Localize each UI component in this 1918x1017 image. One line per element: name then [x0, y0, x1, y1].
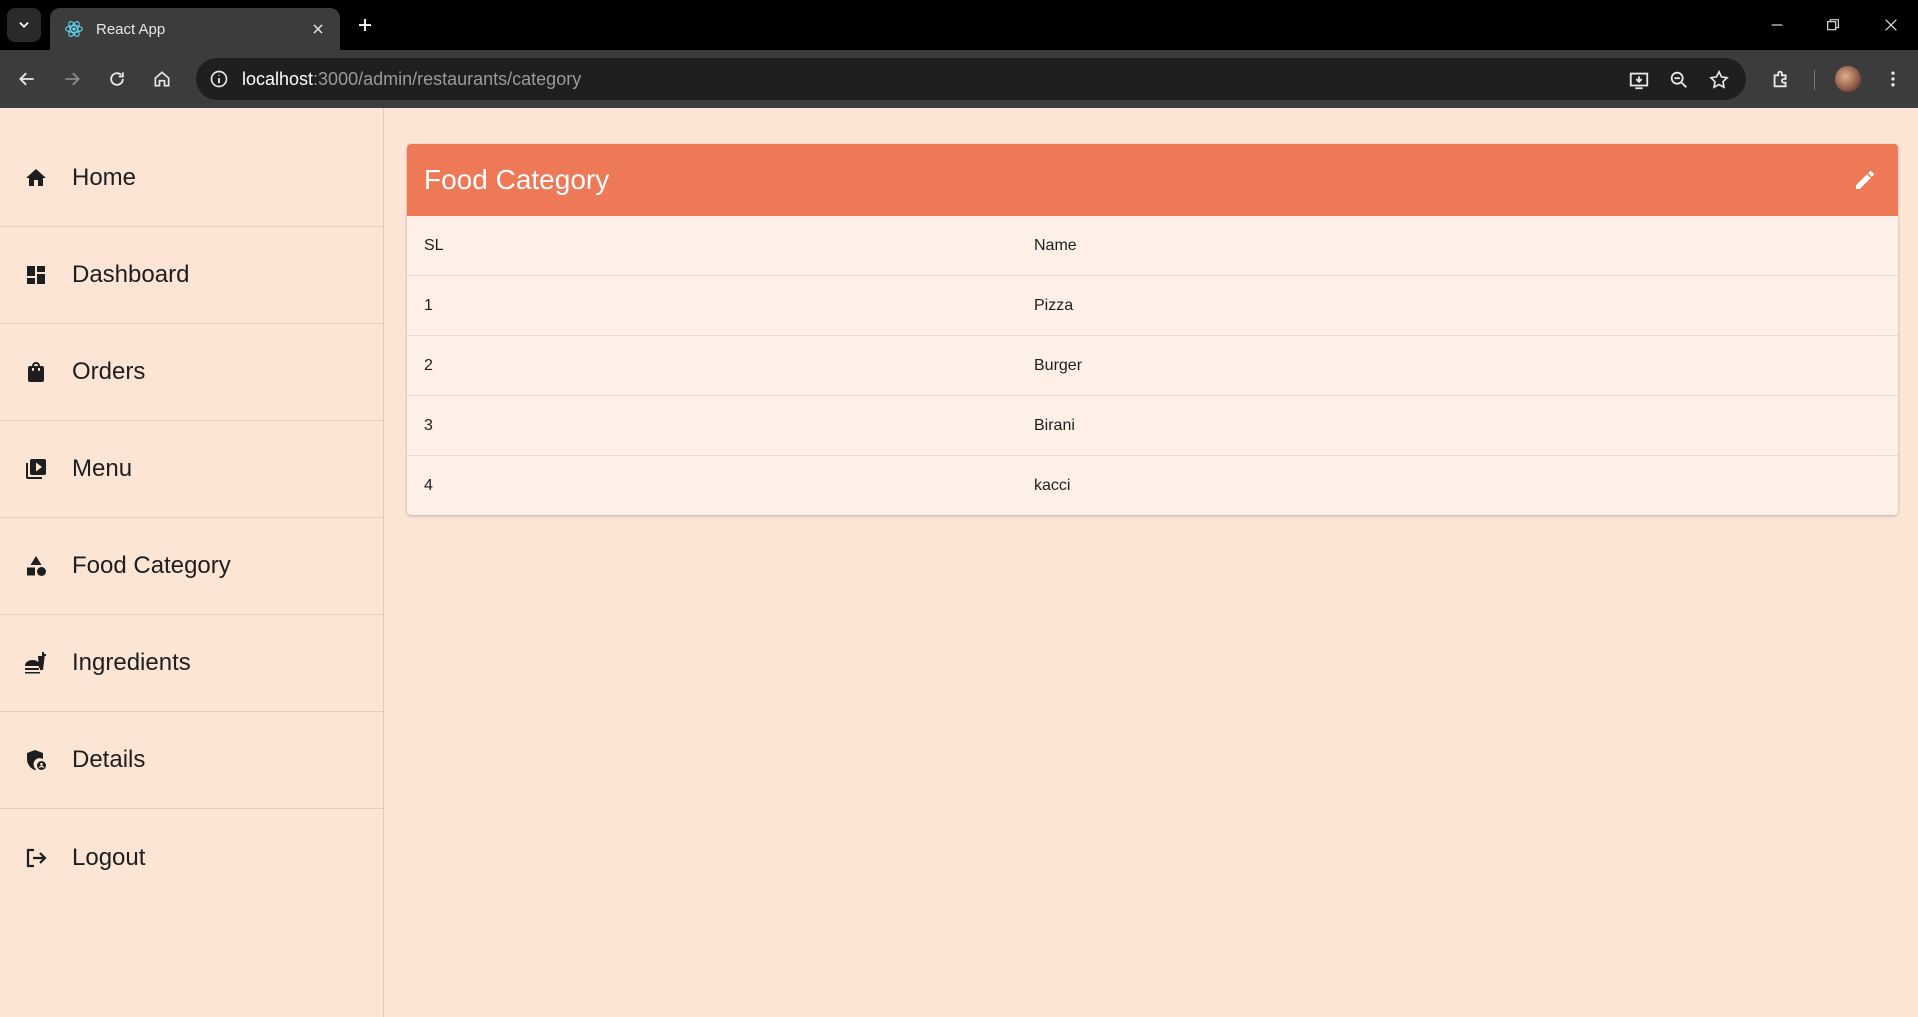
- install-icon: [1629, 72, 1649, 90]
- tab-close-button[interactable]: [306, 17, 330, 41]
- minimize-button[interactable]: [1762, 10, 1792, 40]
- home-outline-icon: [154, 71, 170, 87]
- profile-button[interactable]: [1832, 63, 1864, 95]
- dashboard-icon: [23, 262, 49, 288]
- cell-name: Birani: [1017, 395, 1898, 456]
- zoom-button[interactable]: [1666, 67, 1692, 93]
- browser-menu-button[interactable]: [1877, 63, 1909, 95]
- bookmark-button[interactable]: [1706, 67, 1732, 93]
- close-icon: [1885, 19, 1897, 31]
- table-row: 4 kacci: [407, 456, 1898, 516]
- sidebar-item-label: Orders: [72, 358, 146, 385]
- window-close-button[interactable]: [1876, 10, 1906, 40]
- forward-button[interactable]: [57, 64, 87, 94]
- site-info-icon[interactable]: [208, 68, 230, 90]
- sidebar-item-label: Logout: [72, 843, 146, 871]
- sidebar-item-food-category[interactable]: Food Category: [0, 518, 383, 615]
- back-button[interactable]: [12, 64, 42, 94]
- star-icon: [1709, 69, 1729, 89]
- edit-button[interactable]: [1850, 165, 1880, 195]
- tab-title: React App: [96, 20, 166, 38]
- avatar: [1835, 66, 1861, 92]
- cell-sl: 1: [407, 275, 1017, 336]
- sidebar-item-label: Details: [72, 746, 146, 773]
- category-table: SL Name 1 Pizza 2 Burger 3 Birani 4 kacc…: [407, 216, 1898, 515]
- url-text: localhost:3000/admin/restaurants/categor…: [242, 69, 581, 90]
- browser-toolbar: localhost:3000/admin/restaurants/categor…: [0, 50, 1918, 108]
- restore-button[interactable]: [1818, 10, 1848, 40]
- sidebar-item-label: Food Category: [72, 552, 231, 579]
- sidebar-item-label: Menu: [72, 455, 133, 482]
- toolbar-divider: [1814, 70, 1815, 90]
- app-root: Home Dashboard Orders Menu Food Category: [0, 108, 1918, 1017]
- minimize-icon: [1771, 24, 1783, 26]
- admin-shield-icon: [23, 747, 49, 773]
- logout-icon: [23, 845, 49, 871]
- menu-icon: [23, 456, 49, 482]
- sidebar-item-label: Ingredients: [72, 649, 191, 676]
- column-header-sl: SL: [407, 216, 1017, 276]
- puzzle-icon: [1773, 70, 1787, 88]
- fastfood-icon: [23, 650, 49, 676]
- sidebar-item-home[interactable]: Home: [0, 130, 383, 227]
- plus-icon: [359, 19, 371, 31]
- react-logo-icon: [64, 19, 84, 39]
- url-host: localhost: [242, 69, 314, 89]
- close-icon: [313, 24, 323, 34]
- sidebar-item-menu[interactable]: Menu: [0, 421, 383, 518]
- cell-name: Burger: [1017, 335, 1898, 396]
- sidebar-item-logout[interactable]: Logout: [0, 809, 383, 906]
- url-path: :3000/admin/restaurants/category: [313, 69, 582, 89]
- main-content: Food Category SL Name 1 Pizza 2 Burger 3…: [384, 108, 1918, 1017]
- sidebar-item-ingredients[interactable]: Ingredients: [0, 615, 383, 712]
- table-row: 3 Birani: [407, 395, 1898, 456]
- reload-icon: [110, 72, 124, 86]
- extensions-button[interactable]: [1765, 63, 1797, 95]
- install-app-button[interactable]: [1626, 67, 1652, 93]
- address-bar[interactable]: localhost:3000/admin/restaurants/categor…: [196, 58, 1746, 100]
- cell-name: kacci: [1034, 476, 1071, 494]
- sidebar-item-label: Home: [72, 164, 137, 191]
- cell-sl: 3: [407, 395, 1017, 456]
- card-header: Food Category: [407, 144, 1898, 216]
- browser-tab[interactable]: React App: [50, 8, 340, 50]
- sidebar: Home Dashboard Orders Menu Food Category: [0, 108, 384, 1017]
- chevron-down-icon: [19, 22, 29, 28]
- arrow-left-icon: [19, 72, 34, 86]
- reload-button[interactable]: [102, 64, 132, 94]
- browser-tabbar: React App: [0, 0, 1918, 50]
- table-row: 2 Burger: [407, 335, 1898, 396]
- restore-icon: [1827, 19, 1839, 31]
- sidebar-item-label: Dashboard: [72, 261, 190, 288]
- shopping-bag-icon: [23, 359, 49, 385]
- cell-sl: 4: [424, 476, 433, 494]
- sidebar-item-details[interactable]: Details: [0, 712, 383, 809]
- more-vertical-icon: [1891, 71, 1895, 87]
- new-tab-button[interactable]: [352, 12, 378, 38]
- sidebar-item-dashboard[interactable]: Dashboard: [0, 227, 383, 324]
- zoom-out-icon: [1670, 71, 1687, 88]
- table-header-row: SL Name: [407, 216, 1898, 276]
- cell-name: Pizza: [1017, 275, 1898, 336]
- card-title: Food Category: [424, 164, 610, 195]
- tab-search-button[interactable]: [7, 8, 41, 42]
- pencil-icon: [1856, 170, 1874, 189]
- table-row: 1 Pizza: [407, 275, 1898, 336]
- home-button[interactable]: [147, 64, 177, 94]
- arrow-right-icon: [65, 72, 80, 86]
- column-header-name: Name: [1017, 216, 1898, 276]
- cell-sl: 2: [407, 335, 1017, 396]
- food-category-card: Food Category SL Name 1 Pizza 2 Burger 3…: [407, 144, 1898, 515]
- category-icon: [23, 553, 49, 579]
- home-icon: [23, 165, 49, 191]
- sidebar-item-orders[interactable]: Orders: [0, 324, 383, 421]
